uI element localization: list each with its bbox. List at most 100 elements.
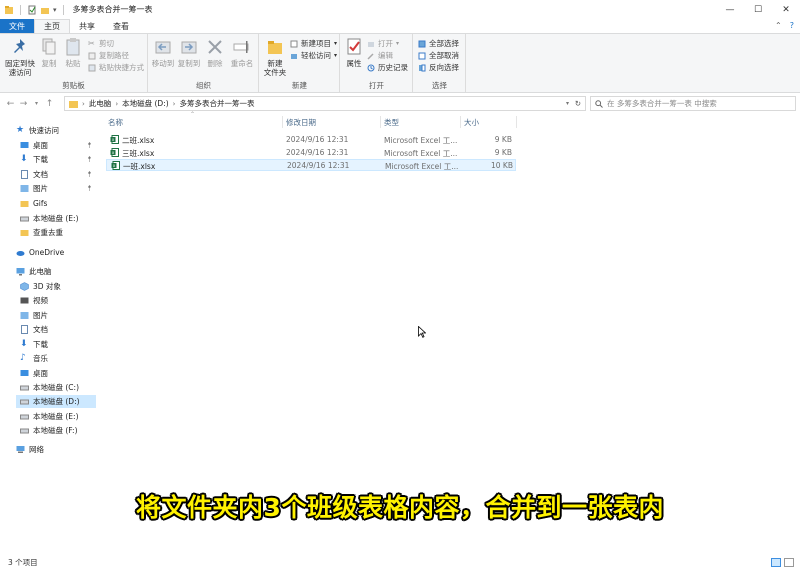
open-icon — [368, 41, 374, 47]
file-name: 三班.xlsx — [122, 149, 155, 158]
drive-icon — [20, 385, 29, 391]
history-icon — [367, 64, 375, 71]
close-button[interactable]: ✕ — [772, 0, 800, 19]
address-bar[interactable]: › 此电脑 › 本地磁盘 (D:) › 多筹多表合并一筹一表 ▾ ↻ — [64, 96, 586, 111]
nav-videos[interactable]: 视频 — [20, 294, 48, 307]
paste-button[interactable]: 粘贴 — [62, 37, 84, 68]
details-view-icon[interactable] — [771, 558, 781, 567]
nav-pictures[interactable]: 图片 — [20, 309, 48, 322]
breadcrumb-drive-d[interactable]: 本地磁盘 (D:) — [122, 98, 169, 109]
paste-shortcut-button[interactable]: 粘贴快捷方式 — [88, 62, 144, 73]
select-all-button[interactable]: 全部选择 — [418, 38, 459, 49]
table-row[interactable]: x 二班.xlsx 2024/9/16 12:31 Microsoft Exce… — [106, 134, 516, 146]
rename-button[interactable]: 重命名 — [229, 37, 255, 68]
breadcrumb-folder[interactable]: 多筹多表合并一筹一表 — [179, 98, 254, 109]
quick-access-toolbar: ▾ — [0, 4, 67, 15]
table-row-selected[interactable]: x 一班.xlsx 2024/9/16 12:31 Microsoft Exce… — [106, 159, 516, 171]
search-icon — [595, 99, 603, 108]
search-placeholder: 在 多筹多表合并一筹一表 中搜索 — [607, 99, 717, 108]
properties-button[interactable]: 属性 — [343, 37, 365, 68]
column-type[interactable]: 类型 — [384, 115, 399, 129]
computer-icon — [16, 268, 25, 276]
tab-share[interactable]: 共享 — [70, 19, 104, 33]
file-type: Microsoft Excel 工... — [385, 162, 459, 171]
music-icon: ♪ — [20, 353, 26, 363]
download-icon: ⬇ — [20, 339, 28, 349]
easy-access-button[interactable]: 轻松访问 ▾ — [290, 50, 337, 61]
folder-icon — [20, 201, 29, 207]
column-modified[interactable]: 修改日期 — [286, 115, 316, 129]
breadcrumb-this-pc[interactable]: 此电脑 — [89, 98, 112, 109]
collapse-ribbon-icon[interactable]: ⌃ — [775, 21, 782, 30]
select-all-icon — [418, 40, 426, 47]
large-icons-view-icon[interactable] — [784, 558, 794, 567]
nav-drive-e-recent[interactable]: 本地磁盘 (E:) — [20, 212, 79, 225]
column-size[interactable]: 大小 — [464, 115, 479, 129]
minimize-button[interactable]: — — [716, 0, 744, 19]
group-open: 属性 打开 ▾ 编辑 历史记录 打开 — [341, 34, 413, 92]
nav-downloads[interactable]: ⬇ 下载 — [20, 338, 48, 351]
star-icon: ★ — [16, 125, 25, 135]
copy-path-button[interactable]: 复制路径 — [88, 50, 129, 61]
download-icon: ⬇ — [20, 154, 28, 164]
recent-locations-icon[interactable]: ▾ — [30, 100, 43, 107]
column-name[interactable]: 名称 — [108, 115, 123, 129]
back-arrow-icon[interactable]: ← — [4, 99, 17, 109]
group-label-organize: 组织 — [196, 81, 211, 90]
cut-button[interactable]: ✂ 剪切 — [88, 38, 114, 49]
address-row: ← → ▾ ↑ › 此电脑 › 本地磁盘 (D:) › 多筹多表合并一筹一表 ▾… — [0, 94, 800, 113]
new-item-button[interactable]: 新建项目 ▾ — [290, 38, 337, 49]
nav-drive-f[interactable]: 本地磁盘 (F:) — [20, 424, 78, 437]
folder-icon — [20, 230, 29, 236]
nav-drive-c[interactable]: 本地磁盘 (C:) — [20, 381, 79, 394]
nav-quick-access[interactable]: ★ 快速访问 — [16, 124, 59, 137]
up-arrow-icon[interactable]: ↑ — [43, 99, 56, 109]
tab-home[interactable]: 主页 — [34, 19, 70, 33]
nav-documents-pinned[interactable]: 文档 — [20, 168, 48, 181]
nav-3d-objects[interactable]: 3D 对象 — [20, 280, 61, 293]
excel-file-icon: x — [111, 161, 120, 170]
forward-arrow-icon[interactable]: → — [17, 99, 30, 109]
nav-this-pc[interactable]: 此电脑 — [16, 265, 52, 278]
properties-icon — [347, 38, 361, 55]
ribbon-extra: ⌃ ? — [775, 21, 794, 30]
address-dropdown-icon[interactable]: ▾ — [566, 100, 569, 107]
group-label-clipboard: 剪贴板 — [62, 81, 85, 90]
open-button[interactable]: 打开 ▾ — [367, 38, 399, 49]
edit-button[interactable]: 编辑 — [367, 50, 393, 61]
copy-button[interactable]: 复制 — [38, 37, 60, 68]
nav-network[interactable]: 网络 — [16, 443, 44, 456]
nav-drive-e[interactable]: 本地磁盘 (E:) — [20, 410, 79, 423]
tab-view[interactable]: 查看 — [104, 19, 138, 33]
history-button[interactable]: 历史记录 — [367, 62, 408, 73]
new-folder-icon[interactable] — [40, 5, 50, 15]
help-icon[interactable]: ? — [790, 21, 794, 30]
pin-quick-access-button[interactable]: 固定到快 速访问 — [4, 37, 36, 77]
nav-desktop-pinned[interactable]: 桌面 — [20, 139, 48, 152]
nav-desktop[interactable]: 桌面 — [20, 367, 48, 380]
nav-downloads-pinned[interactable]: ⬇ 下载 — [20, 153, 48, 166]
invert-selection-button[interactable]: 反向选择 — [418, 62, 459, 73]
copy-to-button[interactable]: 复制到 — [177, 37, 201, 68]
table-row[interactable]: x 三班.xlsx 2024/9/16 12:31 Microsoft Exce… — [106, 147, 516, 159]
new-folder-button[interactable]: 新建 文件夹 — [262, 37, 288, 77]
nav-documents[interactable]: 文档 — [20, 323, 48, 336]
qa-dropdown-icon[interactable]: ▾ — [53, 6, 57, 14]
nav-onedrive[interactable]: OneDrive — [16, 246, 64, 259]
pin-icon — [88, 142, 91, 148]
refresh-icon[interactable]: ↻ — [575, 99, 581, 108]
delete-button[interactable]: 删除 — [205, 37, 225, 68]
select-none-button[interactable]: 全部取消 — [418, 50, 459, 61]
file-name: 一班.xlsx — [123, 162, 156, 171]
tab-file[interactable]: 文件 — [0, 19, 34, 33]
nav-gifs[interactable]: Gifs — [20, 197, 47, 210]
search-box[interactable]: 在 多筹多表合并一筹一表 中搜索 — [590, 96, 796, 111]
maximize-button[interactable]: ☐ — [744, 0, 772, 19]
nav-dedupe-folder[interactable]: 查重去重 — [20, 226, 63, 239]
group-organize: 移动到 复制到 删除 重命名 组织 — [149, 34, 259, 92]
properties-icon[interactable] — [27, 5, 37, 15]
nav-drive-d[interactable]: 本地磁盘 (D:) — [16, 395, 96, 408]
nav-pictures-pinned[interactable]: 图片 — [20, 182, 48, 195]
nav-music[interactable]: ♪ 音乐 — [20, 352, 48, 365]
move-to-button[interactable]: 移动到 — [151, 37, 175, 68]
